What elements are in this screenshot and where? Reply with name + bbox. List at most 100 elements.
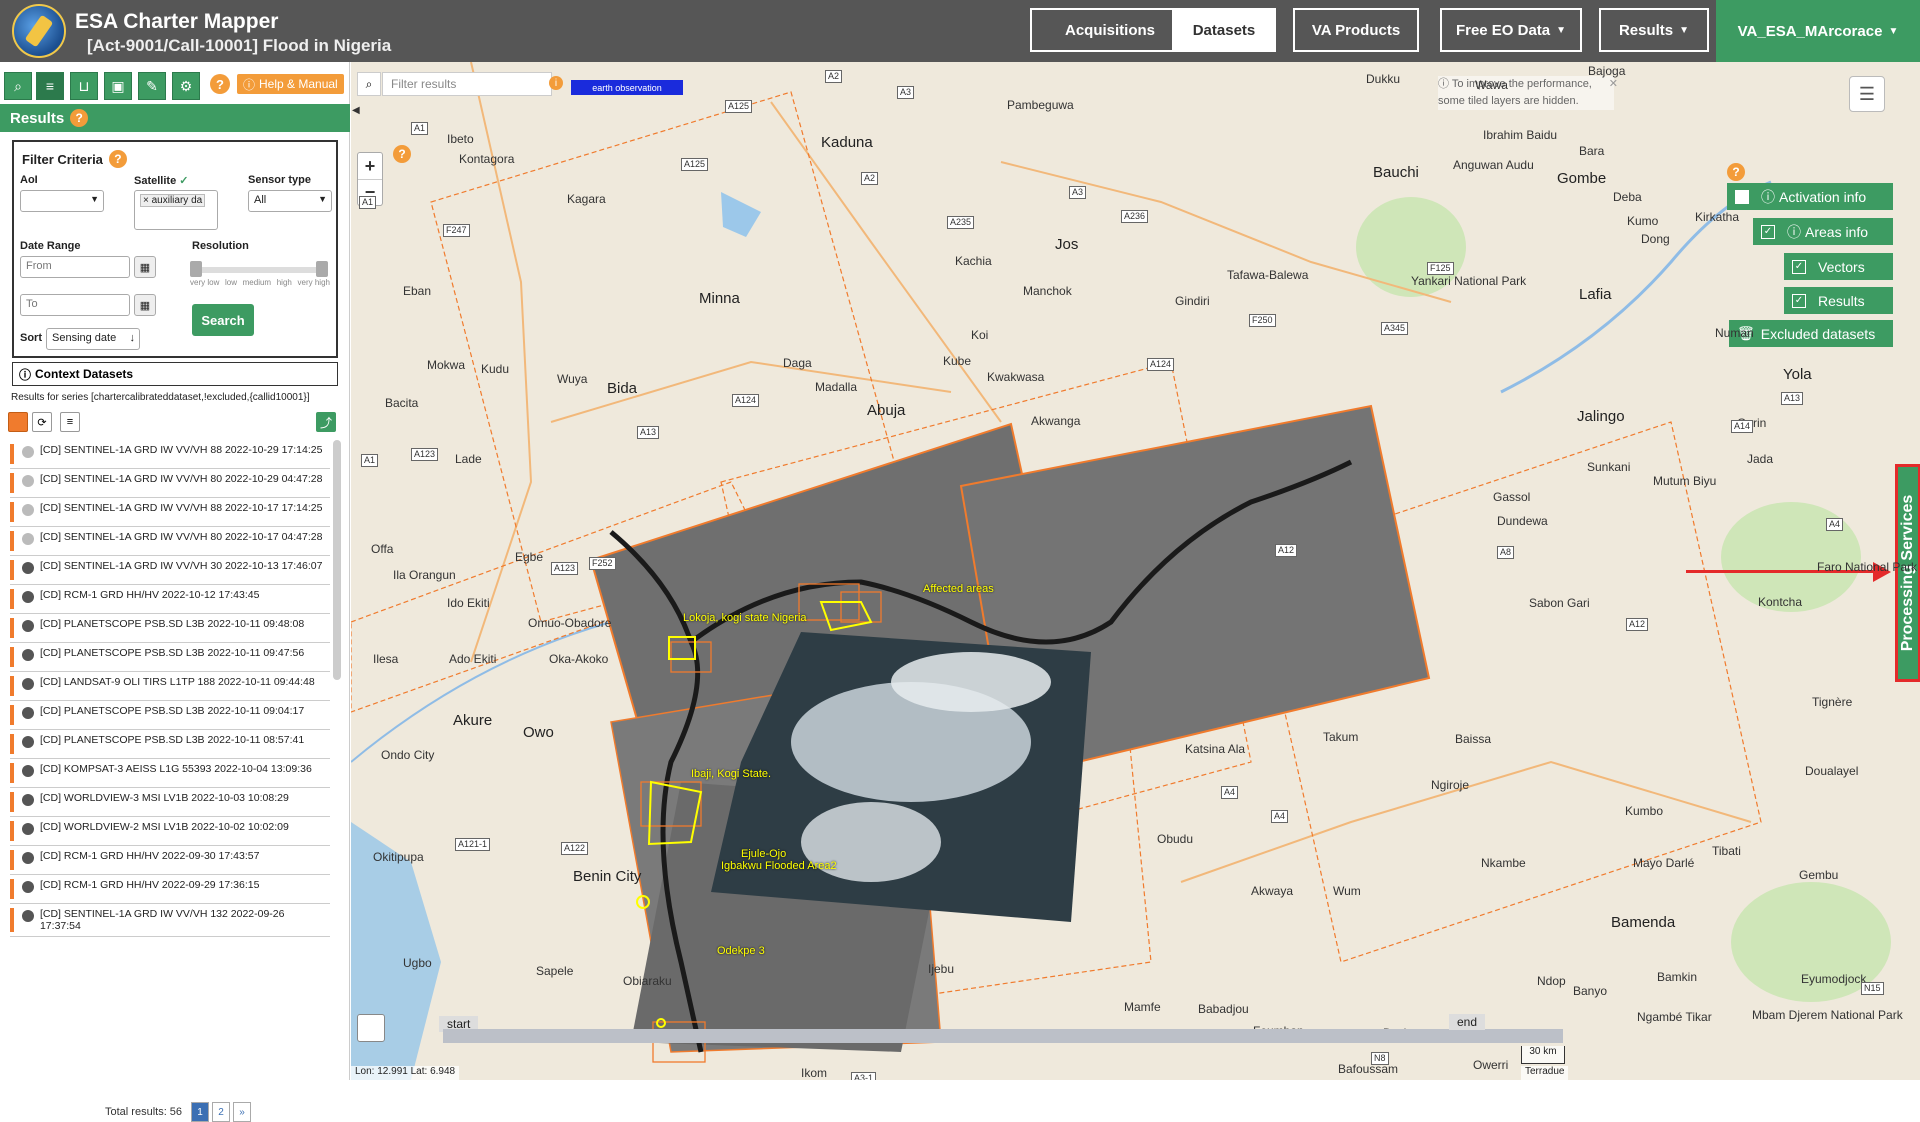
close-icon[interactable]: ✕ <box>1609 76 1618 93</box>
list-item[interactable]: [CD] PLANETSCOPE PSB.SD L3B 2022-10-11 0… <box>10 701 330 730</box>
list-item[interactable]: [CD] WORLDVIEW-3 MSI LV1B 2022-10-03 10:… <box>10 788 330 817</box>
results-toggle[interactable]: ✓ Results <box>1784 287 1893 314</box>
areas-info-label: Areas info <box>1805 223 1869 240</box>
aoi-label: Affected areas <box>923 583 994 595</box>
road-shield: A1 <box>411 122 429 135</box>
page-1-button[interactable]: 1 <box>191 1102 210 1122</box>
next-page-button[interactable]: » <box>233 1102 252 1122</box>
calendar-icon[interactable]: ▦ <box>134 256 156 278</box>
list-item[interactable]: [CD] SENTINEL-1A GRD IW VV/VH 80 2022-10… <box>10 469 330 498</box>
sensor-type-label: Sensor type <box>248 174 311 186</box>
resolution-slider[interactable] <box>190 261 328 277</box>
nav-datasets[interactable]: Datasets <box>1172 8 1276 52</box>
place-label: Tignère <box>1812 695 1853 709</box>
list-item-label: [CD] PLANETSCOPE PSB.SD L3B 2022-10-11 0… <box>40 705 305 717</box>
sensor-type-select[interactable]: All ▼ <box>248 190 332 212</box>
list-options-icon[interactable]: ≡ <box>60 412 80 432</box>
calendar-icon[interactable]: ▦ <box>134 294 156 316</box>
context-datasets-header[interactable]: ⓘ Context Datasets <box>12 362 338 386</box>
search-icon[interactable]: ⌕ <box>357 72 381 96</box>
check-icon[interactable]: ✓ <box>1792 259 1806 274</box>
select-all-checkbox[interactable] <box>8 412 28 432</box>
satellite-tag[interactable]: × auxiliary da <box>140 194 206 207</box>
list-item[interactable]: [CD] SENTINEL-1A GRD IW VV/VH 88 2022-10… <box>10 440 330 469</box>
areas-info-toggle[interactable]: ✓ ⓘ Areas info <box>1753 218 1893 245</box>
list-item[interactable]: [CD] SENTINEL-1A GRD IW VV/VH 132 2022-0… <box>10 904 330 937</box>
collapse-left-panel-icon[interactable]: ◀ <box>352 105 362 133</box>
place-label: Gombe <box>1557 170 1607 187</box>
help-question-icon[interactable]: ? <box>210 74 230 94</box>
archive-icon[interactable]: ▣ <box>104 72 132 100</box>
globe-icon <box>22 504 34 516</box>
res-tick: medium <box>242 278 272 287</box>
place-label: Abuja <box>867 402 906 419</box>
checkbox-unchecked[interactable] <box>1735 189 1749 204</box>
vectors-toggle[interactable]: ✓ Vectors <box>1784 253 1893 280</box>
timeline[interactable]: start end <box>363 1014 1909 1056</box>
pencil-icon[interactable]: ✎ <box>138 72 166 100</box>
refresh-icon[interactable]: ⟳ <box>32 412 52 432</box>
check-icon[interactable]: ✓ <box>1792 293 1806 308</box>
satellite-multiselect[interactable]: × auxiliary da <box>134 190 218 230</box>
help-manual-button[interactable]: ⓘ Help & Manual <box>237 74 344 94</box>
timeline-bar[interactable] <box>443 1029 1563 1043</box>
help-question-icon[interactable]: ? <box>108 150 127 168</box>
nav-results[interactable]: Results ▼ <box>1599 8 1709 52</box>
basket-icon[interactable]: ⊔ <box>70 72 98 100</box>
zoom-in-button[interactable]: + <box>358 153 382 179</box>
search-button[interactable]: Search <box>192 304 254 336</box>
gear-icon[interactable]: ⚙ <box>172 72 200 100</box>
place-label: Offa <box>371 542 394 556</box>
list-scrollbar[interactable] <box>333 440 341 680</box>
top-header: ESA Charter Mapper [Act-9001/Call-10001]… <box>0 0 1920 62</box>
road-shield: F252 <box>589 557 616 570</box>
date-from-input[interactable]: From <box>20 256 130 278</box>
layers-icon[interactable]: ☰ <box>1849 76 1885 112</box>
list-item[interactable]: [CD] KOMPSAT-3 AEISS L1G 55393 2022-10-0… <box>10 759 330 788</box>
performance-note: ⓘ To improve the performance, some tiled… <box>1438 76 1618 110</box>
sort-select[interactable]: Sensing date ↓ <box>46 328 140 350</box>
check-icon[interactable]: ✓ <box>1761 224 1775 239</box>
place-label: Ado Ekiti <box>449 652 497 666</box>
slider-handle-low[interactable] <box>190 261 202 277</box>
list-item[interactable]: [CD] RCM-1 GRD HH/HV 2022-09-29 17:36:15 <box>10 875 330 904</box>
list-item[interactable]: [CD] WORLDVIEW-2 MSI LV1B 2022-10-02 10:… <box>10 817 330 846</box>
date-to-input[interactable]: To <box>20 294 130 316</box>
help-question-icon[interactable]: ? <box>393 145 411 163</box>
activation-info-toggle[interactable]: ⓘ Activation info <box>1727 183 1893 210</box>
nav-free-eo-data[interactable]: Free EO Data ▼ <box>1440 8 1582 52</box>
earth-observation-tag[interactable]: earth observation <box>571 80 683 95</box>
share-icon[interactable]: ⤴ <box>316 412 336 432</box>
help-question-icon[interactable]: ? <box>1727 163 1745 181</box>
slider-handle-high[interactable] <box>316 261 328 277</box>
filter-results-input[interactable]: Filter results <box>382 72 552 96</box>
list-item[interactable]: [CD] RCM-1 GRD HH/HV 2022-10-12 17:43:45 <box>10 585 330 614</box>
globe-icon <box>22 707 34 719</box>
page-2-button[interactable]: 2 <box>212 1102 231 1122</box>
result-indicator-bar <box>10 473 14 493</box>
performance-note-text: To improve the performance, some tiled l… <box>1438 78 1592 107</box>
list-item[interactable]: [CD] PLANETSCOPE PSB.SD L3B 2022-10-11 0… <box>10 643 330 672</box>
help-question-icon[interactable]: ? <box>70 109 89 127</box>
nav-va-products[interactable]: VA Products <box>1293 8 1419 52</box>
list-item[interactable]: [CD] SENTINEL-1A GRD IW VV/VH 88 2022-10… <box>10 498 330 527</box>
list-item[interactable]: [CD] SENTINEL-1A GRD IW VV/VH 80 2022-10… <box>10 527 330 556</box>
list-item[interactable]: [CD] PLANETSCOPE PSB.SD L3B 2022-10-11 0… <box>10 730 330 759</box>
total-results: Total results: 56 <box>105 1106 183 1118</box>
user-menu[interactable]: VA_ESA_MArcorace ▼ <box>1716 0 1920 62</box>
list-icon[interactable]: ≡ <box>36 72 64 100</box>
excluded-datasets-label: Excluded datasets <box>1760 325 1876 342</box>
place-label: Okitipupa <box>373 850 424 864</box>
nav-acquisitions[interactable]: Acquisitions <box>1030 8 1190 52</box>
search-icon[interactable]: ⌕ <box>4 72 32 100</box>
place-label: Banyo <box>1573 984 1608 998</box>
list-item[interactable]: [CD] SENTINEL-1A GRD IW VV/VH 30 2022-10… <box>10 556 330 585</box>
nav-acquisitions-label: Acquisitions <box>1064 21 1155 39</box>
map-canvas[interactable]: ⌕ Filter results i earth observation + −… <box>351 62 1920 1080</box>
list-item[interactable]: [CD] LANDSAT-9 OLI TIRS L1TP 188 2022-10… <box>10 672 330 701</box>
list-item[interactable]: [CD] RCM-1 GRD HH/HV 2022-09-30 17:43:57 <box>10 846 330 875</box>
aoi-select[interactable]: ▼ <box>20 190 104 212</box>
place-label: Ilesa <box>373 652 399 666</box>
info-icon[interactable]: i <box>549 76 563 90</box>
list-item[interactable]: [CD] PLANETSCOPE PSB.SD L3B 2022-10-11 0… <box>10 614 330 643</box>
